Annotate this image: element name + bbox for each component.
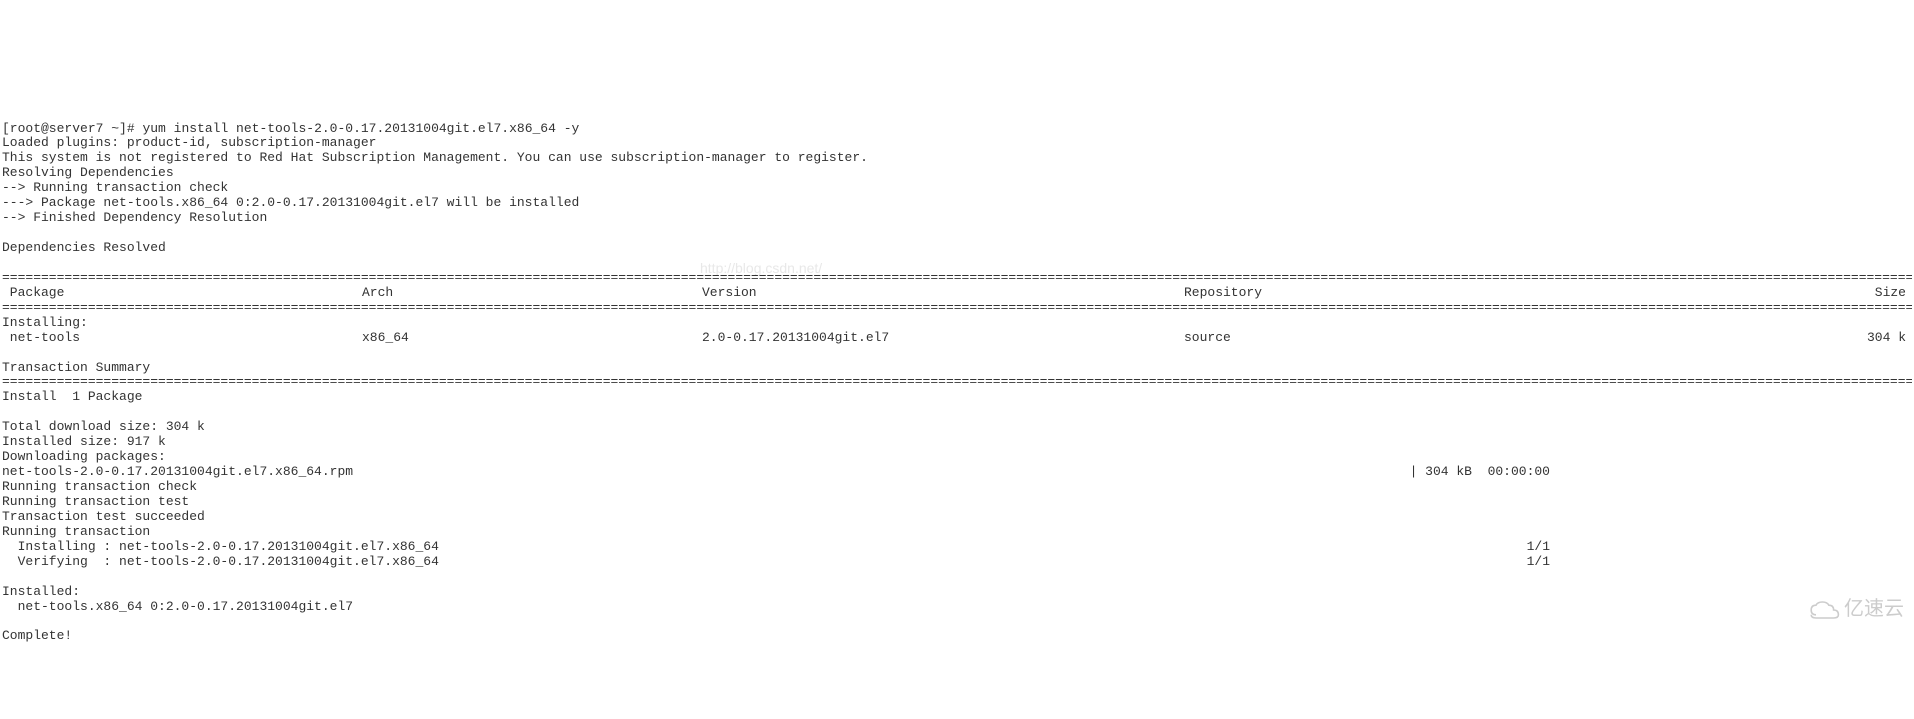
rule-mid: ========================================… (2, 301, 1912, 316)
header-package: Package (2, 286, 362, 301)
installed-pkg: net-tools.x86_64 0:2.0-0.17.20131004git.… (2, 599, 353, 614)
cell-arch: x86_64 (362, 331, 702, 346)
installed-label: Installed: (2, 584, 80, 599)
line-resolving: Resolving Dependencies (2, 165, 174, 180)
installing-pkg: Installing : net-tools-2.0-0.17.20131004… (2, 540, 439, 555)
run-trans: Running transaction (2, 524, 150, 539)
line-loaded-plugins: Loaded plugins: product-id, subscription… (2, 135, 376, 150)
rpm-progress: | 304 kB 00:00:00 (1410, 465, 1550, 480)
cell-version: 2.0-0.17.20131004git.el7 (702, 331, 1184, 346)
verifying-pkg: Verifying : net-tools-2.0-0.17.20131004g… (2, 555, 439, 570)
summary-title: Transaction Summary (2, 360, 150, 375)
trans-test-ok: Transaction test succeeded (2, 509, 205, 524)
command-text: yum install net-tools-2.0-0.17.20131004g… (142, 121, 579, 136)
line-deps-resolved: Dependencies Resolved (2, 240, 166, 255)
installing-count: 1/1 (1527, 540, 1550, 555)
rpm-download-line: net-tools-2.0-0.17.20131004git.el7.x86_6… (2, 465, 1550, 480)
line-not-registered: This system is not registered to Red Hat… (2, 150, 868, 165)
line-pkg-install: ---> Package net-tools.x86_64 0:2.0-0.17… (2, 195, 579, 210)
summary-installed-size: Installed size: 917 k (2, 434, 166, 449)
cell-repo: source (1184, 331, 1512, 346)
header-repository: Repository (1184, 286, 1512, 301)
cell-package: net-tools (2, 331, 362, 346)
installing-progress-line: Installing : net-tools-2.0-0.17.20131004… (2, 540, 1550, 555)
rule-top: ========================================… (2, 271, 1912, 286)
rule-bottom: ========================================… (2, 375, 1912, 390)
terminal-output: [root@server7 ~]# yum install net-tools-… (2, 122, 1912, 645)
cell-size: 304 k (1512, 331, 1912, 346)
complete: Complete! (2, 628, 72, 643)
verifying-progress-line: Verifying : net-tools-2.0-0.17.20131004g… (2, 555, 1550, 570)
run-trans-test: Running transaction test (2, 494, 189, 509)
summary-downloading: Downloading packages: (2, 449, 166, 464)
header-version: Version (702, 286, 1184, 301)
summary-install: Install 1 Package (2, 389, 142, 404)
verifying-count: 1/1 (1527, 555, 1550, 570)
run-trans-check: Running transaction check (2, 479, 197, 494)
rpm-name: net-tools-2.0-0.17.20131004git.el7.x86_6… (2, 465, 353, 480)
shell-prompt: [root@server7 ~]# (2, 121, 142, 136)
header-arch: Arch (362, 286, 702, 301)
table-row: net-toolsx86_642.0-0.17.20131004git.el7s… (2, 331, 1912, 346)
summary-total-dl: Total download size: 304 k (2, 419, 205, 434)
table-header-row: PackageArchVersionRepositorySize (2, 286, 1912, 301)
line-trans-check: --> Running transaction check (2, 180, 228, 195)
line-finished-dep: --> Finished Dependency Resolution (2, 210, 267, 225)
header-size: Size (1512, 286, 1912, 301)
installing-label: Installing: (2, 315, 88, 330)
